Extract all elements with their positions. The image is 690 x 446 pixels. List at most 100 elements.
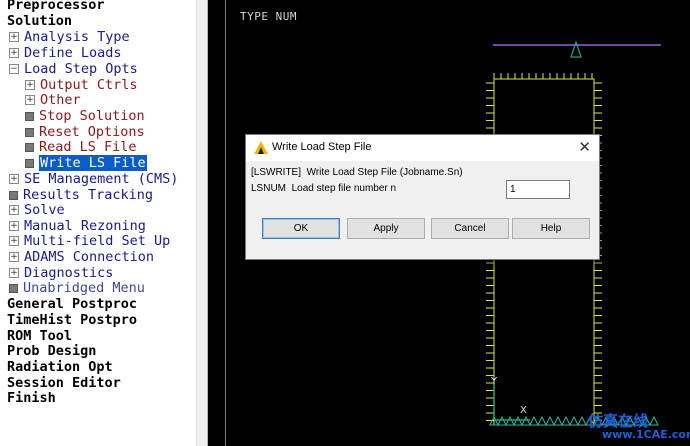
- tree-item-write-ls-file[interactable]: Write LS File: [25, 155, 147, 171]
- dialog-title: Write Load Step File: [272, 141, 372, 153]
- base-support-icon: [513, 415, 523, 426]
- tree-item-session-editor[interactable]: Session Editor: [7, 375, 121, 391]
- tree-item-label: Stop Solution: [39, 108, 145, 124]
- base-support-icon: [561, 415, 571, 426]
- command-code: [LSWRITE]: [251, 167, 302, 178]
- tree-item-label: Unabridged Menu: [23, 280, 145, 296]
- tree-item-label: Prob Design: [7, 343, 97, 359]
- expand-icon[interactable]: +: [9, 174, 19, 184]
- expand-icon[interactable]: +: [9, 48, 19, 58]
- tree-item-label: Load Step Opts: [24, 61, 138, 77]
- expand-icon[interactable]: +: [9, 252, 19, 262]
- tree-item-label: Solve: [24, 202, 65, 218]
- tree-item-label: Other: [40, 92, 81, 108]
- tree-item-unabridged-menu[interactable]: Unabridged Menu: [9, 280, 145, 296]
- tree-item-label: Radiation Opt: [7, 359, 113, 375]
- y-axis-label: Y: [490, 376, 498, 387]
- base-support-icon: [497, 415, 507, 426]
- ansys-logo-icon: [254, 141, 268, 154]
- param-description: Load step file number n: [291, 183, 397, 194]
- expand-icon[interactable]: +: [25, 80, 35, 90]
- tree-item-label: Finish: [7, 390, 56, 406]
- command-leaf-icon: [25, 111, 34, 121]
- tree-item-label: Multi-field Set Up: [24, 233, 171, 249]
- help-button[interactable]: Help: [512, 218, 590, 239]
- command-leaf-icon: [25, 158, 34, 168]
- tree-item-label: Output Ctrls: [40, 77, 138, 93]
- tree-item-analysis-type[interactable]: + Analysis Type: [9, 29, 130, 45]
- dialog-titlebar[interactable]: Write Load Step File ✕: [246, 135, 599, 161]
- tree-item-preprocessor[interactable]: Preprocessor: [7, 0, 105, 13]
- base-support-icon: [577, 415, 587, 426]
- tree-item-solution[interactable]: Solution: [7, 13, 72, 29]
- tree-item-label: TimeHist Postpro: [7, 312, 138, 328]
- base-support-icon: [553, 415, 563, 426]
- tree-item-label: Manual Rezoning: [24, 218, 146, 234]
- tree-item-diagnostics[interactable]: + Diagnostics: [9, 265, 113, 281]
- base-support-icon: [505, 415, 515, 426]
- tree-item-label: Solution: [7, 13, 73, 29]
- cancel-button[interactable]: Cancel: [431, 218, 509, 239]
- tree-item-results-tracking[interactable]: Results Tracking: [9, 187, 153, 203]
- tree-item-label: General Postproc: [7, 296, 138, 312]
- tree-item-output-ctrls[interactable]: + Output Ctrls: [25, 77, 138, 93]
- expand-icon[interactable]: +: [9, 221, 19, 231]
- expand-icon[interactable]: +: [9, 236, 19, 246]
- tree-item-label: ROM Tool: [7, 328, 73, 344]
- base-support-icon: [545, 415, 555, 426]
- tree-item-prob-design[interactable]: Prob Design: [7, 343, 96, 359]
- tree-item-multi-field-set-up[interactable]: + Multi-field Set Up: [9, 233, 170, 249]
- tree-item-general-postproc[interactable]: General Postproc: [7, 296, 137, 312]
- tree-item-label: Define Loads: [24, 45, 122, 61]
- tree-scrollbar[interactable]: [196, 0, 208, 446]
- base-support-icon: [529, 415, 539, 426]
- tree-item-stop-solution[interactable]: Stop Solution: [25, 108, 145, 124]
- tree-item-label: Reset Options: [39, 124, 145, 140]
- plot-title: TYPE NUM: [240, 10, 297, 23]
- collapse-icon[interactable]: −: [9, 64, 19, 74]
- tree-item-solve[interactable]: + Solve: [9, 202, 65, 218]
- tree-item-label: Analysis Type: [24, 29, 130, 45]
- command-tree: Preprocessor Solution + Analysis Type + Defin…: [0, 0, 196, 446]
- base-support-icon: [649, 415, 659, 426]
- base-support-icon: [569, 415, 579, 426]
- lsnum-input[interactable]: [506, 180, 570, 199]
- tree-item-reset-options[interactable]: Reset Options: [25, 124, 145, 140]
- command-leaf-icon: [9, 190, 18, 200]
- command-leaf-icon: [25, 127, 34, 137]
- tree-item-adams-connection[interactable]: + ADAMS Connection: [9, 249, 154, 265]
- tree-item-finish[interactable]: Finish: [7, 390, 56, 406]
- tree-item-label: Diagnostics: [24, 265, 114, 281]
- expand-icon[interactable]: +: [9, 268, 19, 278]
- tree-item-label: SE Management (CMS): [24, 171, 179, 187]
- tree-item-label: ADAMS Connection: [24, 249, 155, 265]
- command-line: [LSWRITE] Write Load Step File (Jobname.…: [251, 167, 463, 178]
- tree-item-timehist-postpro[interactable]: TimeHist Postpro: [7, 312, 137, 328]
- x-axis-label: X: [520, 405, 527, 416]
- ok-button[interactable]: OK: [262, 218, 340, 239]
- tree-item-read-ls-file[interactable]: Read LS File: [25, 139, 137, 155]
- tree-item-label: Results Tracking: [23, 187, 154, 203]
- base-support-icon: [521, 415, 531, 426]
- close-icon[interactable]: ✕: [578, 138, 591, 156]
- tree-item-manual-rezoning[interactable]: + Manual Rezoning: [9, 218, 146, 234]
- expand-icon[interactable]: +: [9, 32, 19, 42]
- command-leaf-icon: [25, 142, 34, 152]
- tree-item-radiation-opt[interactable]: Radiation Opt: [7, 359, 113, 375]
- lsnum-label: LSNUM Load step file number n: [251, 183, 396, 194]
- tree-item-label: Read LS File: [39, 139, 137, 155]
- tree-item-rom-tool[interactable]: ROM Tool: [7, 328, 72, 344]
- tree-item-se-management-cms[interactable]: + SE Management (CMS): [9, 171, 178, 187]
- apply-button[interactable]: Apply: [347, 218, 425, 239]
- base-support-icon: [537, 415, 547, 426]
- tree-item-label: Session Editor: [7, 375, 121, 391]
- graphics-window-left-edge: [208, 0, 226, 446]
- tree-item-label: Preprocessor: [7, 0, 105, 13]
- command-description: Write Load Step File (Jobname.Sn): [306, 167, 463, 178]
- expand-icon[interactable]: +: [25, 95, 35, 105]
- tree-item-define-loads[interactable]: + Define Loads: [9, 45, 122, 61]
- tree-item-load-step-opts[interactable]: − Load Step Opts: [9, 61, 138, 77]
- expand-icon[interactable]: +: [9, 205, 19, 215]
- watermark-url: www.1CAE.com: [602, 428, 690, 441]
- tree-item-other[interactable]: + Other: [25, 92, 81, 108]
